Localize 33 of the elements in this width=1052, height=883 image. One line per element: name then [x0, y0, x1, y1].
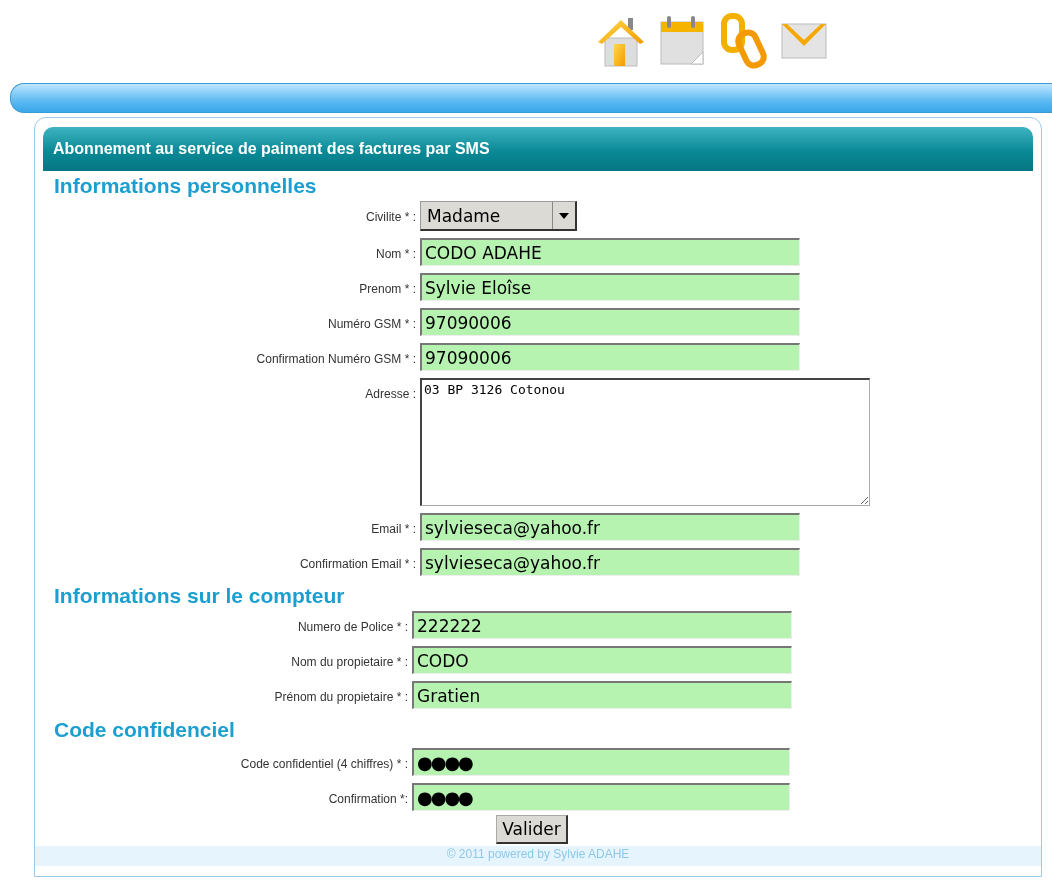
field-label: Email * : — [370, 521, 417, 536]
input-field[interactable]: sylvieseca@yahoo.fr — [420, 548, 800, 576]
footer-text: © 2011 powered by Sylvie ADAHE — [35, 846, 1041, 866]
input-field[interactable]: sylvieseca@yahoo.fr — [420, 513, 800, 541]
password-field[interactable]: ●●●● — [412, 748, 790, 776]
field-label: Confirmation Numéro GSM * : — [255, 351, 417, 366]
civility-dropdown[interactable]: Madame — [420, 201, 577, 231]
section-heading: Code confidenciel — [53, 717, 236, 743]
field-label: Civilite * : — [365, 209, 417, 224]
field-label: Nom * : — [375, 246, 417, 261]
field-label: Nom du propietaire * : — [290, 654, 409, 669]
input-field[interactable]: Sylvie Eloîse — [420, 273, 800, 301]
field-label: Code confidentiel (4 chiffres) * : — [239, 756, 409, 771]
input-field[interactable]: 97090006 — [420, 343, 800, 371]
input-field[interactable]: 97090006 — [420, 308, 800, 336]
field-label: Confirmation *: — [327, 791, 409, 806]
field-label: Adresse : — [364, 386, 417, 401]
field-label: Numéro GSM * : — [326, 316, 417, 331]
chain-link-icon[interactable] — [718, 12, 768, 72]
section-heading: Informations sur le compteur — [53, 583, 346, 609]
panel-title: Abonnement au service de paiment des factures par SMS — [43, 127, 1033, 171]
field-label: Numero de Police * : — [296, 619, 409, 634]
password-field[interactable]: ●●●● — [412, 783, 790, 811]
input-field[interactable]: CODO ADAHE — [420, 238, 800, 266]
input-field[interactable]: Gratien — [412, 681, 792, 709]
submit-button[interactable]: Valider — [496, 815, 568, 844]
input-field[interactable]: 222222 — [412, 611, 792, 639]
section-heading: Informations personnelles — [53, 173, 318, 199]
field-label: Prenom * : — [358, 281, 417, 296]
address-field[interactable]: 03 BP 3126 Cotonou — [420, 378, 870, 506]
field-label: Prénom du propietaire * : — [273, 689, 409, 704]
field-label: Confirmation Email * : — [298, 556, 417, 571]
input-field[interactable]: CODO — [412, 646, 792, 674]
